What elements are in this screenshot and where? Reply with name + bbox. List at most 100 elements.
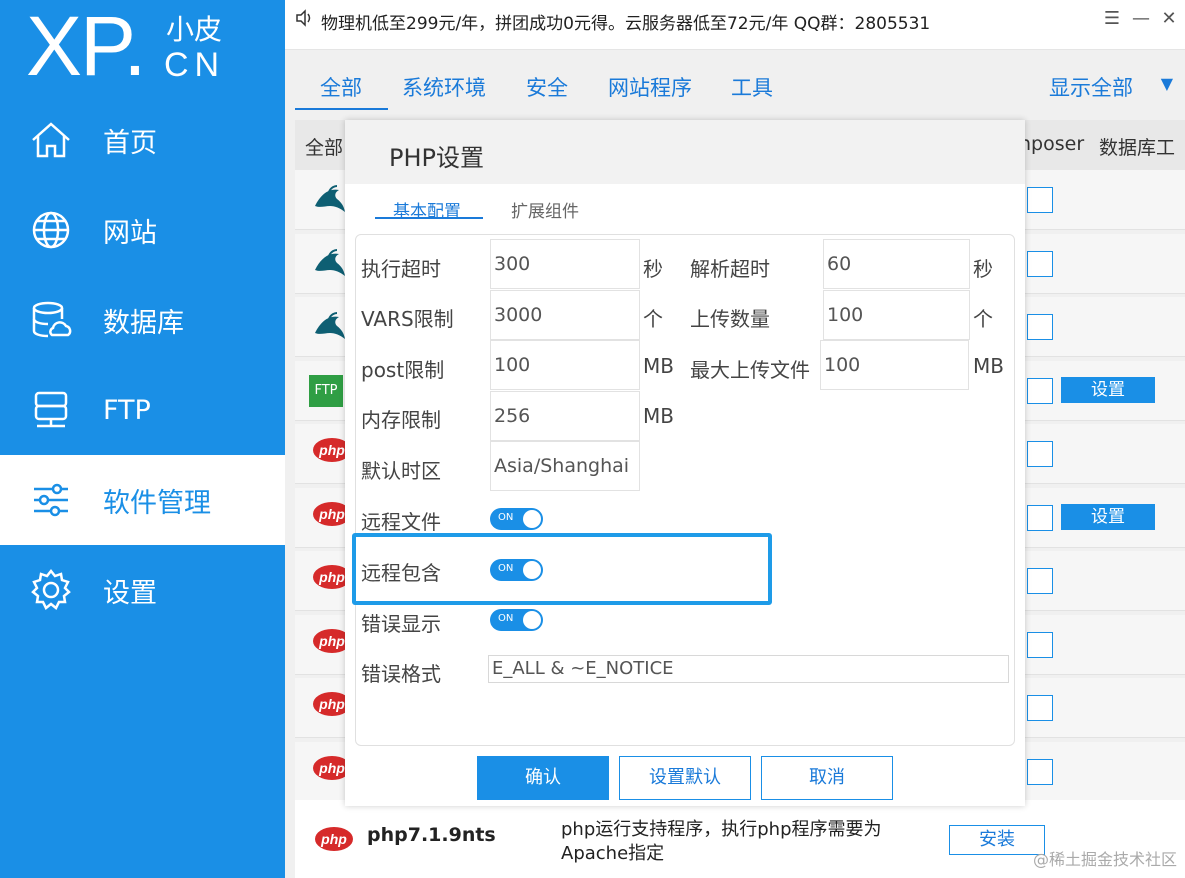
memory-limit-unit: MB	[643, 404, 674, 428]
exec-timeout-unit: 秒	[643, 257, 663, 281]
close-icon[interactable]: ✕	[1158, 8, 1180, 30]
max-upload-label: 最大上传文件	[690, 358, 810, 382]
dialog-title: PHP设置	[389, 144, 484, 172]
install-button[interactable]: 安装	[949, 825, 1045, 855]
row-checkbox[interactable]	[1027, 695, 1053, 721]
row-checkbox[interactable]	[1027, 631, 1053, 658]
speaker-icon	[295, 9, 313, 31]
sidebar-item-settings[interactable]: 设置	[0, 545, 285, 635]
show-all-link[interactable]: 显示全部	[1049, 72, 1133, 102]
highlight-box	[352, 533, 772, 605]
dialog-header: PHP设置	[345, 120, 1025, 184]
sidebar-item-label: 首页	[103, 127, 157, 159]
post-limit-unit: MB	[643, 354, 674, 378]
set-default-button[interactable]: 设置默认	[619, 756, 751, 800]
max-upload-unit: MB	[973, 354, 1004, 378]
confirm-button[interactable]: 确认	[477, 756, 609, 800]
top-bar: 物理机低至299元/年，拼团成功0元得。云服务器低至72元/年 QQ群：2805…	[285, 0, 1185, 50]
vars-limit-label: VARS限制	[361, 307, 454, 331]
header-db-tools[interactable]: 数据库工	[1099, 133, 1175, 160]
mysql-dolphin-icon	[313, 248, 347, 282]
row-checkbox[interactable]	[1027, 314, 1053, 340]
remote-file-label: 远程文件	[361, 510, 441, 534]
row-checkbox[interactable]	[1027, 187, 1053, 213]
exec-timeout-input[interactable]: 300	[490, 239, 640, 289]
ftp-logo-icon: FTP	[309, 374, 343, 407]
sidebar-item-home[interactable]: 首页	[0, 95, 285, 185]
row-settings-button[interactable]: 设置	[1061, 376, 1155, 403]
max-upload-input[interactable]: 100	[820, 340, 969, 390]
upload-count-input[interactable]: 100	[823, 290, 970, 340]
upload-count-unit: 个	[973, 307, 993, 331]
sidebar: XP. 小皮 CN 首页 网站 数据库 FTP 软件管理 设置	[0, 0, 285, 878]
watermark: @稀土掘金技术社区	[1032, 850, 1177, 869]
post-limit-label: post限制	[361, 358, 445, 382]
timezone-input[interactable]: Asia/Shanghai	[490, 441, 640, 491]
database-icon	[27, 296, 75, 344]
sidebar-item-label: 设置	[103, 577, 157, 609]
cancel-button[interactable]: 取消	[761, 756, 893, 800]
software-name: php7.1.9nts	[367, 824, 496, 846]
sliders-icon	[27, 476, 75, 524]
row-checkbox[interactable]	[1027, 568, 1053, 594]
tab-extensions[interactable]: 扩展组件	[511, 197, 579, 222]
exec-timeout-label: 执行超时	[361, 257, 441, 281]
tab-tools[interactable]: 工具	[731, 72, 773, 102]
sidebar-item-label: 网站	[103, 217, 157, 249]
notice-text: 物理机低至299元/年，拼团成功0元得。云服务器低至72元/年 QQ群：2805…	[321, 14, 931, 34]
sidebar-item-label: 软件管理	[103, 487, 211, 519]
post-limit-input[interactable]: 100	[490, 340, 640, 390]
home-icon	[27, 116, 75, 164]
php-logo-icon: php	[315, 827, 353, 851]
row-checkbox[interactable]	[1027, 758, 1053, 785]
remote-file-toggle[interactable]: ON	[490, 508, 543, 530]
row-checkbox[interactable]	[1027, 377, 1053, 404]
active-tab-underline	[295, 108, 388, 110]
parse-timeout-label: 解析超时	[690, 257, 770, 281]
logo: XP. 小皮 CN	[0, 0, 285, 95]
header-all[interactable]: 全部	[305, 133, 343, 160]
tab-all[interactable]: 全部	[320, 72, 362, 102]
php-settings-dialog: PHP设置 基本配置 扩展组件 执行超时 300 秒 解析超时 60 秒 VAR…	[345, 120, 1025, 806]
minimize-icon[interactable]: —	[1130, 8, 1152, 30]
sidebar-item-software[interactable]: 软件管理	[0, 455, 285, 545]
row-settings-button[interactable]: 设置	[1061, 503, 1155, 530]
dropdown-arrow-icon[interactable]: ▼	[1161, 74, 1173, 93]
header-composer[interactable]: nposer	[1019, 133, 1084, 155]
mysql-dolphin-icon	[313, 184, 347, 218]
active-tab-underline	[375, 217, 483, 219]
gear-icon	[27, 566, 75, 614]
config-form: 执行超时 300 秒 解析超时 60 秒 VARS限制 3000 个 上传数量 …	[355, 234, 1015, 746]
tab-system-env[interactable]: 系统环境	[402, 72, 486, 102]
logo-cn: CN	[164, 46, 226, 84]
error-format-input[interactable]: E_ALL & ~E_NOTICE	[488, 655, 1009, 683]
row-checkbox[interactable]	[1027, 504, 1053, 531]
tab-security[interactable]: 安全	[526, 72, 568, 102]
logo-small-text: 小皮	[166, 13, 223, 46]
upload-count-label: 上传数量	[690, 307, 770, 331]
menu-icon[interactable]: ☰	[1101, 8, 1123, 30]
row-checkbox[interactable]	[1027, 441, 1053, 467]
row-checkbox[interactable]	[1027, 250, 1053, 277]
sidebar-item-ftp[interactable]: FTP	[0, 365, 285, 455]
parse-timeout-unit: 秒	[973, 257, 993, 281]
sidebar-item-website[interactable]: 网站	[0, 185, 285, 275]
vars-limit-unit: 个	[643, 307, 663, 331]
software-description: php运行支持程序，执行php程序需要为Apache指定	[561, 819, 882, 864]
memory-limit-input[interactable]: 256	[490, 391, 640, 441]
sidebar-item-label: FTP	[103, 394, 151, 426]
error-display-toggle[interactable]: ON	[490, 609, 543, 631]
mysql-dolphin-icon	[313, 311, 347, 345]
sidebar-item-label: 数据库	[103, 307, 184, 339]
parse-timeout-input[interactable]: 60	[823, 239, 970, 289]
memory-limit-label: 内存限制	[361, 408, 441, 432]
logo-xp: XP.	[26, 0, 147, 93]
timezone-label: 默认时区	[361, 459, 441, 483]
tab-web-programs[interactable]: 网站程序	[608, 72, 692, 102]
error-display-label: 错误显示	[361, 612, 441, 636]
globe-icon	[27, 206, 75, 254]
vars-limit-input[interactable]: 3000	[490, 290, 640, 340]
error-format-label: 错误格式	[361, 662, 441, 686]
sidebar-item-database[interactable]: 数据库	[0, 275, 285, 365]
category-tabs: 全部 系统环境 安全 网站程序 工具 显示全部 ▼	[285, 50, 1185, 116]
